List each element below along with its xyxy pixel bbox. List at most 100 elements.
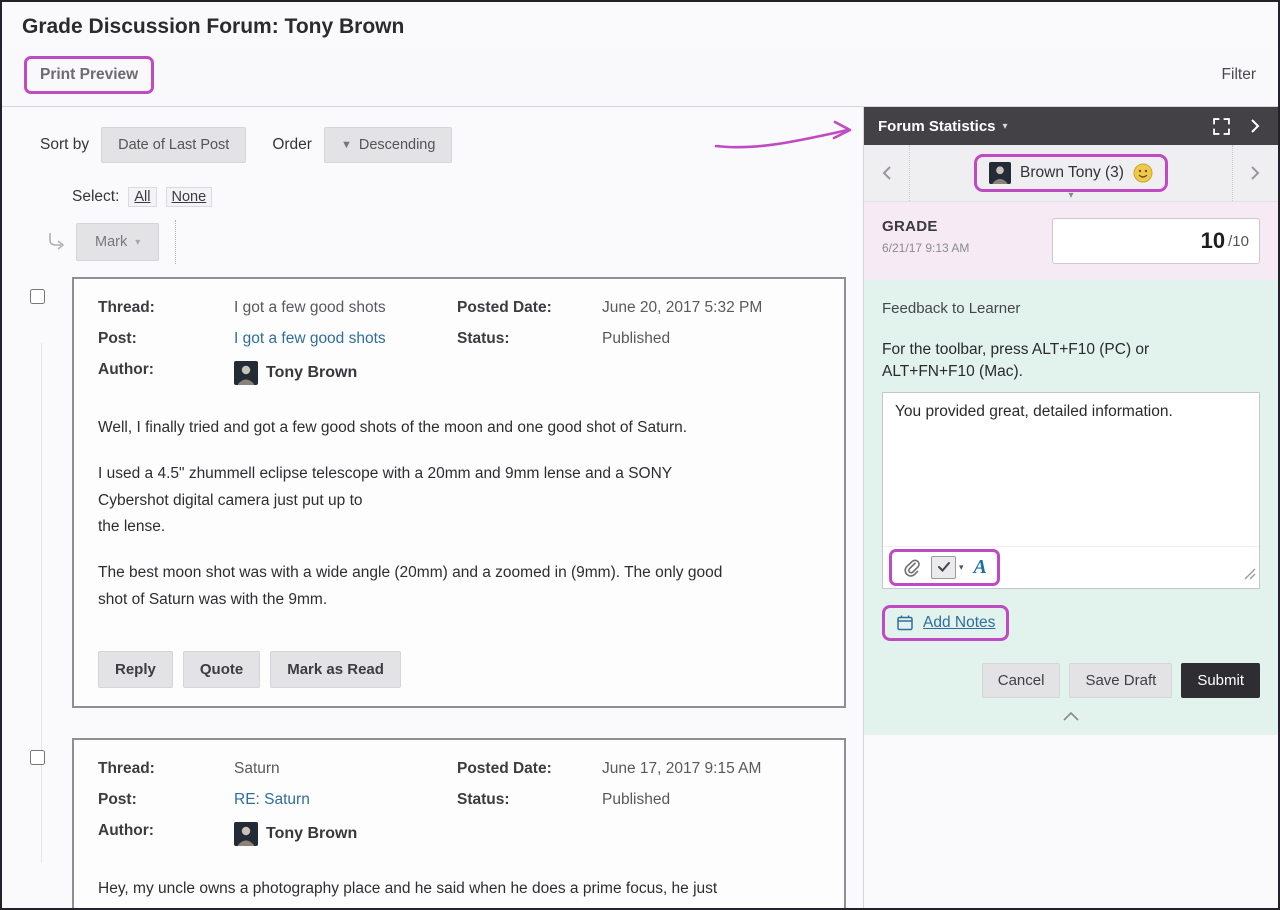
- post-meta: Thread: I got a few good shots Post: I g…: [98, 299, 820, 395]
- post-row: Thread: I got a few good shots Post: I g…: [2, 277, 863, 708]
- select-all-link[interactable]: All: [128, 187, 156, 207]
- thread-label: Thread:: [98, 760, 234, 778]
- student-name: Brown Tony (3): [1020, 164, 1124, 182]
- post-actions: Reply Quote Mark as Read: [98, 651, 820, 688]
- submit-button[interactable]: Submit: [1181, 663, 1260, 698]
- reply-button[interactable]: Reply: [98, 651, 173, 688]
- sort-bar: Sort by Date of Last Post Order ▼ Descen…: [40, 127, 863, 163]
- save-draft-button[interactable]: Save Draft: [1069, 663, 1172, 698]
- previous-student-button[interactable]: [864, 145, 910, 201]
- posted-date-label: Posted Date:: [457, 299, 602, 317]
- grade-label: GRADE: [882, 218, 969, 235]
- chevron-right-icon: [1250, 165, 1260, 181]
- spellcheck-dropdown-icon[interactable]: ▾: [959, 562, 964, 573]
- content: Sort by Date of Last Post Order ▼ Descen…: [2, 106, 1278, 908]
- feedback-actions: Cancel Save Draft Submit: [882, 663, 1260, 698]
- author-value: Tony Brown: [234, 822, 357, 846]
- page-title: Grade Discussion Forum: Tony Brown: [22, 15, 1258, 39]
- select-none-link[interactable]: None: [166, 187, 213, 207]
- post-paragraph: I used a 4.5" zhummell eclipse telescope…: [98, 461, 820, 540]
- collapse-panel-button[interactable]: [1246, 114, 1264, 138]
- expand-icon: [1213, 118, 1230, 135]
- editor-toolbar-highlight: ▾ A: [889, 549, 1000, 586]
- collapse-section-button[interactable]: [882, 712, 1260, 721]
- posted-date-value: June 20, 2017 5:32 PM: [602, 299, 762, 317]
- student-navigation: Brown Tony (3) ▾: [864, 145, 1278, 202]
- add-notes-highlight: Add Notes: [882, 605, 1009, 641]
- feedback-editor: You provided great, detailed information…: [882, 392, 1260, 589]
- caret-down-icon[interactable]: ▾: [1068, 190, 1073, 201]
- chevron-up-icon: [1063, 712, 1079, 721]
- post-select-checkbox[interactable]: [30, 750, 45, 765]
- filter-link[interactable]: Filter: [1222, 66, 1256, 84]
- thread-value: Saturn: [234, 760, 280, 778]
- post-body: Hey, my uncle owns a photography place a…: [98, 876, 820, 902]
- panel-title: Forum Statistics: [878, 118, 996, 135]
- post-body: Well, I finally tried and got a few good…: [98, 415, 820, 613]
- editor-toolbar: ▾ A: [883, 546, 1259, 588]
- author-label: Author:: [98, 361, 234, 379]
- posted-date-label: Posted Date:: [457, 760, 602, 778]
- student-avatar: [989, 162, 1011, 184]
- add-notes-link[interactable]: Add Notes: [923, 614, 995, 632]
- order-value: Descending: [359, 137, 436, 153]
- status-value: Published: [602, 791, 670, 809]
- thread-label: Thread:: [98, 299, 234, 317]
- smiley-status-icon: [1133, 163, 1153, 183]
- editor-resize-handle[interactable]: [1244, 567, 1256, 585]
- post-link[interactable]: I got a few good shots: [234, 330, 386, 348]
- spellcheck-button[interactable]: [931, 556, 956, 579]
- post-paragraph: The best moon shot was with a wide angle…: [98, 560, 820, 613]
- post-select-checkbox[interactable]: [30, 289, 45, 304]
- page: Grade Discussion Forum: Tony Brown Print…: [0, 0, 1280, 910]
- posted-date-value: June 17, 2017 9:15 AM: [602, 760, 761, 778]
- caret-down-icon[interactable]: ▾: [1003, 121, 1008, 132]
- attach-file-button[interactable]: [902, 558, 921, 577]
- status-value: Published: [602, 330, 670, 348]
- elbow-arrow-icon: [46, 232, 68, 252]
- text-style-button[interactable]: A: [974, 557, 987, 577]
- post-link[interactable]: RE: Saturn: [234, 791, 310, 809]
- mark-row: Mark ▾: [46, 219, 863, 265]
- spellcheck-control: ▾: [931, 556, 964, 579]
- thread-value: I got a few good shots: [234, 299, 386, 317]
- resize-grip-icon: [1244, 568, 1256, 580]
- post-card: Thread: Saturn Post: RE: Saturn Author:: [72, 738, 846, 908]
- print-preview-button[interactable]: Print Preview: [24, 56, 154, 94]
- sort-by-label: Sort by: [40, 136, 89, 154]
- sort-field-button[interactable]: Date of Last Post: [101, 127, 246, 163]
- status-label: Status:: [457, 791, 602, 809]
- post-select-col: [2, 738, 72, 908]
- chevron-right-icon: [1250, 118, 1260, 134]
- mark-as-read-button[interactable]: Mark as Read: [270, 651, 401, 688]
- feedback-label: Feedback to Learner: [882, 300, 1260, 317]
- next-student-button[interactable]: [1232, 145, 1278, 201]
- author-avatar: [234, 822, 258, 846]
- author-name: Tony Brown: [266, 364, 357, 382]
- cancel-button[interactable]: Cancel: [982, 663, 1061, 698]
- post-paragraph: Well, I finally tried and got a few good…: [98, 415, 820, 441]
- grade-input[interactable]: [1115, 228, 1225, 254]
- author-value: Tony Brown: [234, 361, 357, 385]
- grade-timestamp: 6/21/17 9:13 AM: [882, 241, 969, 255]
- grade-input-box: /10: [1052, 218, 1260, 264]
- paperclip-icon: [902, 558, 921, 577]
- page-header: Grade Discussion Forum: Tony Brown: [2, 2, 1278, 49]
- grade-denominator: /10: [1228, 233, 1249, 250]
- mark-button[interactable]: Mark ▾: [76, 223, 159, 261]
- spellcheck-icon: [937, 561, 951, 573]
- post-label: Post:: [98, 791, 234, 809]
- expand-panel-button[interactable]: [1209, 114, 1234, 139]
- post-select-col: [2, 277, 72, 708]
- order-label: Order: [272, 136, 312, 154]
- student-selector[interactable]: Brown Tony (3): [974, 154, 1168, 192]
- order-button[interactable]: ▼ Descending: [324, 127, 452, 163]
- quote-button[interactable]: Quote: [183, 651, 260, 688]
- post-card: Thread: I got a few good shots Post: I g…: [72, 277, 846, 708]
- author-avatar: [234, 361, 258, 385]
- notes-icon: [896, 614, 914, 632]
- select-row: Select: All None: [72, 187, 863, 207]
- feedback-text-area[interactable]: You provided great, detailed information…: [883, 393, 1259, 546]
- author-label: Author:: [98, 822, 234, 840]
- post-label: Post:: [98, 330, 234, 348]
